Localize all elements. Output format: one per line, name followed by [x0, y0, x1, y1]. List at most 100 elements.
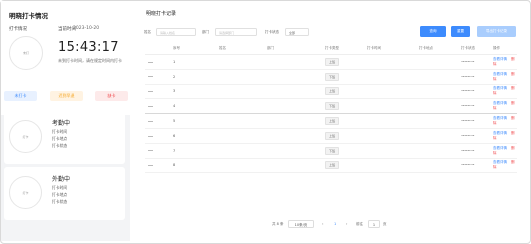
- row-view-link[interactable]: 查看详情: [493, 116, 507, 120]
- card-meta: 打卡时间: [52, 185, 68, 190]
- row-view-link[interactable]: 查看详情: [493, 146, 507, 150]
- status-ring: 未打: [9, 36, 43, 70]
- row-checkbox[interactable]: [148, 105, 153, 107]
- row-checkbox[interactable]: [148, 135, 153, 137]
- goto-label: 前往: [356, 222, 363, 226]
- row-type-chip: 上班: [325, 87, 340, 96]
- table-row[interactable]: 2 下班 •••••• •• 查看详情 删除: [145, 69, 517, 85]
- clock-hint: 未到打卡时间，请在规定时间内打卡: [58, 58, 122, 63]
- status-label: 打卡情况: [9, 27, 27, 32]
- next-page-icon[interactable]: ›: [346, 220, 347, 229]
- row-time: •••••• ••: [461, 119, 475, 124]
- left-panel: 明晓打卡情况 打卡情况 未打 当前时间 2023-10-20 15:43:17 …: [1, 1, 130, 241]
- col-header: 部门: [267, 43, 325, 55]
- card-title: 外勤中: [52, 176, 71, 183]
- pill-missing[interactable]: 缺卡: [95, 91, 128, 101]
- table-row[interactable]: 4 下班 •••••• •• 查看详情 删除: [145, 98, 517, 115]
- col-header: 姓名: [219, 43, 267, 55]
- table-row[interactable]: 3 上班 •••••• •• 查看详情 删除: [145, 84, 517, 100]
- row-view-link[interactable]: 查看详情: [493, 160, 507, 164]
- card-title: 考勤中: [52, 120, 71, 127]
- row-checkbox[interactable]: [148, 120, 153, 122]
- prev-page-icon[interactable]: ‹: [322, 220, 323, 229]
- row-type-chip: 下班: [325, 102, 340, 111]
- reset-button[interactable]: 重置: [451, 26, 470, 37]
- card-meta: 打卡地点: [52, 192, 68, 197]
- page-number[interactable]: 1: [334, 220, 336, 229]
- name-input[interactable]: 请输入姓名: [156, 28, 196, 36]
- col-header: 打卡时间: [367, 43, 419, 55]
- card-ring: 打卡: [9, 176, 42, 209]
- filter-name-label: 姓名: [144, 30, 151, 34]
- row-index: 2: [173, 74, 176, 79]
- row-index: 5: [173, 119, 176, 124]
- card-meta: 打卡时间: [52, 129, 68, 134]
- row-view-link[interactable]: 查看详情: [493, 57, 507, 61]
- row-view-link[interactable]: 查看详情: [493, 72, 507, 76]
- ring-text: 未打: [22, 51, 29, 55]
- table-header: 序号 姓名 部门 打卡类型 打卡时间 打卡地点 打卡状态 操作: [145, 43, 517, 55]
- filter-dept-label: 部门: [202, 30, 209, 34]
- row-index: 6: [173, 133, 176, 138]
- card-meta: 打卡地点: [52, 136, 68, 141]
- card-ring-text: 打卡: [22, 190, 29, 195]
- row-time: •••••• ••: [461, 89, 475, 94]
- row-type-chip: 下班: [325, 146, 340, 155]
- row-type-chip: 上班: [325, 161, 340, 170]
- row-time: •••••• ••: [461, 148, 475, 153]
- row-checkbox[interactable]: [148, 165, 153, 166]
- status-pills: 未打卡 迟到早退 缺卡: [4, 91, 128, 103]
- table-row[interactable]: 5 上班 •••••• •• 查看详情 删除: [145, 113, 517, 129]
- pill-late[interactable]: 迟到早退: [50, 91, 83, 101]
- card-attendance[interactable]: 打卡 考勤中 打卡时间 打卡地点 打卡状态: [4, 111, 125, 164]
- card-ring: 打卡: [9, 120, 42, 153]
- row-time: •••••• ••: [461, 104, 475, 109]
- records-title: 明晓打卡记录: [146, 11, 177, 17]
- status-select[interactable]: 全部: [285, 28, 309, 36]
- col-header: 操作: [493, 43, 517, 55]
- row-type-chip: 上班: [325, 57, 340, 66]
- goto-suffix: 页: [383, 222, 387, 226]
- current-date: 2023-10-20: [73, 26, 100, 31]
- row-type-chip: 上班: [325, 117, 340, 126]
- row-index: 8: [173, 163, 176, 168]
- pill-not-clocked[interactable]: 未打卡: [4, 91, 37, 101]
- records-table: 序号 姓名 部门 打卡类型 打卡时间 打卡地点 打卡状态 操作 1 上班 •••••…: [145, 43, 517, 174]
- table-row[interactable]: 1 上班 •••••• •• 查看详情 删除: [145, 54, 517, 70]
- row-index: 4: [173, 104, 176, 109]
- row-checkbox[interactable]: [148, 91, 153, 92]
- row-view-link[interactable]: 查看详情: [493, 101, 507, 105]
- row-time: •••••• ••: [461, 133, 475, 138]
- row-time: •••••• ••: [461, 163, 475, 168]
- row-type-chip: 上班: [325, 131, 340, 140]
- col-header: 序号: [173, 43, 219, 55]
- row-index: 3: [173, 89, 176, 94]
- row-checkbox[interactable]: [148, 150, 153, 151]
- row-checkbox[interactable]: [148, 61, 153, 63]
- row-checkbox[interactable]: [148, 76, 153, 77]
- pager-total: 共 8 条: [272, 222, 284, 226]
- attendance-summary: 明晓打卡情况 打卡情况 未打 当前时间 2023-10-20 15:43:17 …: [1, 1, 130, 115]
- col-header: 打卡状态: [461, 43, 493, 55]
- goto-input[interactable]: 1: [368, 220, 380, 228]
- export-button[interactable]: 导出打卡记录: [477, 26, 516, 37]
- current-clock: 15:43:17: [58, 40, 119, 55]
- dept-select[interactable]: 请选择部门: [215, 28, 257, 36]
- table-row[interactable]: 7 下班 •••••• •• 查看详情 删除: [145, 143, 517, 159]
- table-row[interactable]: 6 上班 •••••• •• 查看详情 删除: [145, 128, 517, 144]
- page-size-select[interactable]: 10条/页: [288, 220, 314, 228]
- card-meta: 打卡状态: [52, 143, 68, 148]
- card-meta: 打卡状态: [52, 199, 68, 204]
- row-time: •••••• ••: [461, 74, 475, 79]
- card-field-work[interactable]: 打卡 外勤中 打卡时间 打卡地点 打卡状态: [4, 167, 125, 220]
- search-button[interactable]: 查询: [420, 26, 446, 37]
- row-index: 7: [173, 148, 176, 153]
- records-panel: 明晓打卡记录 姓名 请输入姓名 部门 请选择部门 打卡状态 全部 查询 重置 导…: [133, 1, 529, 241]
- col-checkbox: [145, 43, 173, 55]
- col-header: 打卡类型: [325, 43, 367, 55]
- col-header: 打卡地点: [419, 43, 461, 55]
- filter-status-label: 打卡状态: [265, 30, 279, 34]
- row-view-link[interactable]: 查看详情: [493, 131, 507, 135]
- table-row[interactable]: 8 上班 •••••• •• 查看详情 删除: [145, 158, 517, 174]
- row-view-link[interactable]: 查看详情: [493, 86, 507, 90]
